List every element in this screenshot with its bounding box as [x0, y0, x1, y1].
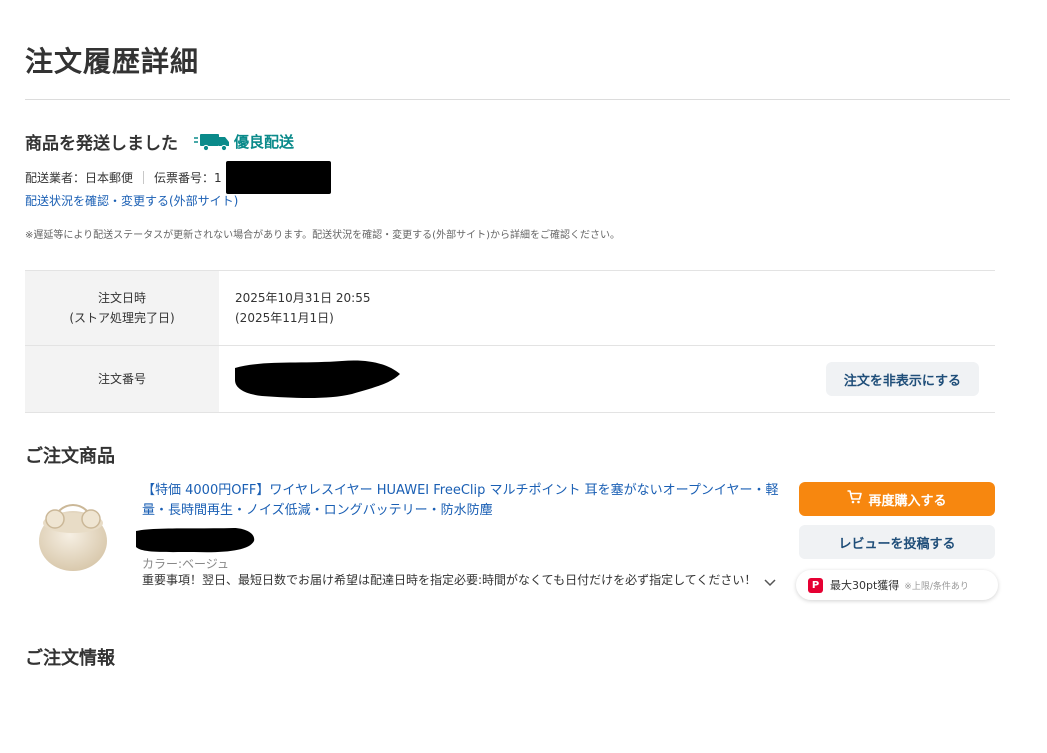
points-amount: 最大30pt獲得 — [830, 579, 900, 592]
shipping-status: 商品を発送しました — [25, 134, 178, 154]
cart-icon — [847, 490, 863, 508]
premium-delivery-badge: 優良配送 — [234, 133, 295, 151]
ordered-items-title: ご注文商品 — [25, 446, 115, 467]
product-variant: カラー:ベージュ — [142, 557, 229, 571]
order-date-label-line1: 注文日時 — [97, 291, 146, 305]
carrier-label: 配送業者：日本郵便 — [25, 171, 134, 185]
order-date-label-line2: (ストア処理完了日) — [69, 311, 175, 325]
order-date-label: 注文日時 (ストア処理完了日) — [25, 271, 219, 345]
write-review-button[interactable]: レビューを投稿する — [799, 525, 995, 559]
carrier-info: 配送業者：日本郵便 伝票番号：1 — [25, 169, 222, 186]
rebuy-button-label: 再度購入する — [868, 493, 947, 509]
order-info-title: ご注文情報 — [25, 648, 115, 669]
title-divider — [25, 99, 1010, 100]
order-date-row: 注文日時 (ストア処理完了日) 2025年10月31日 20:55 (2025年… — [25, 271, 995, 345]
points-reward-badge: P 最大30pt獲得 ※上限/条件あり — [796, 570, 998, 600]
delay-notice: ※遅延等により配送ステータスが更新されない場合があります。配送状況を確認・変更す… — [25, 230, 620, 241]
order-number-label: 注文番号 — [25, 346, 219, 412]
important-note-text: 重要事項！翌日、最短日数でお届け希望は配達日時を指定必要:時間がなくても日付だけ… — [142, 573, 757, 587]
redacted-order-number — [232, 354, 402, 402]
table-divider — [25, 412, 995, 413]
separator — [143, 171, 145, 184]
tracking-label: 伝票番号：1 — [154, 171, 222, 185]
order-number-label-text: 注文番号 — [97, 372, 146, 386]
page-title: 注文履歴詳細 — [25, 45, 200, 78]
important-note[interactable]: 重要事項！翌日、最短日数でお届け希望は配達日時を指定必要:時間がなくても日付だけ… — [142, 571, 776, 588]
truck-icon — [194, 132, 232, 152]
shipping-heading: 商品を発送しました 優良配送 — [25, 129, 294, 154]
order-datetime: 2025年10月31日 20:55 — [235, 291, 371, 305]
order-date-value: 2025年10月31日 20:55 (2025年11月1日) — [235, 288, 370, 328]
rebuy-button[interactable]: 再度購入する — [799, 482, 995, 516]
redacted-price — [134, 525, 259, 555]
product-image[interactable] — [33, 489, 113, 577]
product-name-link[interactable]: 【特価 4000円OFF】ワイヤレスイヤー HUAWEI FreeClip マル… — [142, 481, 782, 521]
hide-order-button[interactable]: 注文を非表示にする — [826, 362, 979, 396]
paypay-points-icon: P — [808, 577, 823, 593]
redacted-tracking-number — [226, 161, 331, 194]
chevron-down-icon[interactable] — [764, 576, 776, 586]
points-note: ※上限/条件あり — [904, 581, 969, 592]
store-completed-date: (2025年11月1日) — [235, 311, 334, 325]
tracking-status-link[interactable]: 配送状況を確認・変更する(外部サイト) — [25, 192, 238, 209]
